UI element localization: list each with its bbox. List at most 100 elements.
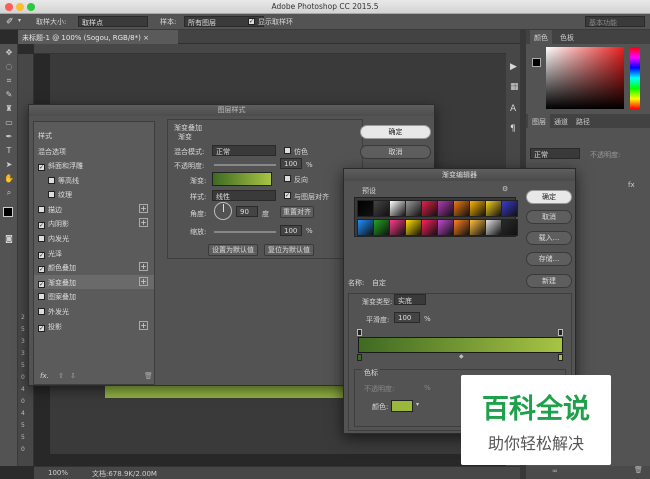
styles-header[interactable]: 样式 — [34, 128, 154, 142]
lasso-tool-icon[interactable]: ◌ — [3, 62, 15, 72]
gradient-preset-swatch[interactable] — [453, 219, 470, 236]
new-button[interactable]: 新建 — [526, 274, 572, 288]
show-ring-checkbox[interactable]: ✓ — [248, 18, 255, 25]
style-item[interactable]: 图案叠加 — [34, 289, 154, 303]
crop-tool-icon[interactable]: ⌗ — [3, 76, 15, 86]
gradient-preset-swatch[interactable] — [437, 200, 454, 217]
layer-style-ok-button[interactable]: 确定 — [360, 125, 431, 139]
hand-tool-icon[interactable]: ✋ — [3, 174, 15, 184]
save-button[interactable]: 存储... — [526, 252, 572, 266]
presets-gear-icon[interactable]: ⚙ — [502, 185, 508, 193]
brush-tool-icon[interactable]: ✎ — [3, 90, 15, 100]
style-item-checkbox[interactable]: ✓ — [38, 266, 45, 274]
gradient-preset-swatch[interactable] — [469, 219, 486, 236]
set-default-button[interactable]: 设置为默认值 — [208, 244, 258, 256]
history-icon[interactable]: ▶ — [510, 62, 517, 72]
style-item[interactable]: 外发光 — [34, 304, 154, 318]
style-item-checkbox[interactable] — [38, 308, 45, 315]
gradient-type-select[interactable]: 实底 — [394, 294, 426, 305]
tab-layers[interactable]: 图层 — [528, 114, 550, 128]
blend-options-item[interactable]: 混合选项 — [34, 144, 154, 158]
style-item[interactable]: ✓ 斜面和浮雕 — [34, 158, 154, 172]
hue-slider[interactable] — [630, 47, 640, 109]
fx-menu-button[interactable]: fx. — [40, 372, 49, 380]
opacity-slider[interactable] — [214, 164, 276, 166]
style-item[interactable]: ✓ 内阴影 + — [34, 216, 154, 230]
layer-style-cancel-button[interactable]: 取消 — [360, 145, 431, 159]
gradient-ok-button[interactable]: 确定 — [526, 190, 572, 204]
gradient-preset-swatch[interactable] — [421, 200, 438, 217]
opacity-stop-right[interactable] — [558, 329, 563, 336]
stamp-tool-icon[interactable]: ♜ — [3, 104, 15, 114]
document-tab[interactable]: 未标题-1 @ 100% (Sogou, RGB/8*) × — [18, 30, 178, 44]
tab-color[interactable]: 颜色 — [530, 30, 552, 44]
workspace-select[interactable]: 基本功能 — [585, 16, 645, 27]
align-checkbox[interactable]: ✓ — [284, 192, 291, 199]
type-tool-icon[interactable]: T — [3, 146, 15, 156]
midpoint-diamond[interactable]: ◆ — [459, 353, 464, 360]
style-item[interactable]: ✓ 投影 + — [34, 319, 154, 333]
name-value[interactable]: 自定 — [372, 278, 386, 288]
path-select-tool-icon[interactable]: ➤ — [3, 160, 15, 170]
gradient-preset-swatch[interactable] — [469, 200, 486, 217]
delete-layer-icon[interactable]: 🗑 — [634, 466, 643, 474]
style-item[interactable]: ✓ 渐变叠加 + — [34, 274, 154, 289]
color-stop-right[interactable] — [558, 354, 563, 361]
style-item-checkbox[interactable]: ✓ — [38, 164, 45, 171]
move-up-icon[interactable]: ⇧ — [58, 372, 64, 380]
reset-align-button[interactable]: 重置对齐 — [280, 206, 314, 218]
gradient-preset-swatch[interactable] — [357, 200, 374, 217]
angle-input[interactable]: 90 — [236, 206, 258, 217]
gradient-preset-swatch[interactable] — [501, 200, 518, 217]
style-item-checkbox[interactable]: ✓ — [38, 324, 45, 332]
add-effect-icon[interactable]: + — [139, 320, 148, 330]
link-layers-icon[interactable]: ∞ — [552, 467, 558, 475]
paragraph-icon[interactable]: ¶ — [510, 124, 516, 134]
zoom-tool-icon[interactable]: ⌕ — [3, 188, 15, 198]
style-item-checkbox[interactable] — [38, 205, 45, 213]
add-effect-icon[interactable]: + — [139, 218, 148, 228]
opacity-input[interactable]: 100 — [280, 158, 302, 169]
style-item-checkbox[interactable]: ✓ — [38, 280, 45, 288]
properties-icon[interactable]: ▦ — [510, 82, 519, 92]
blend-mode-select[interactable]: 正常 — [212, 145, 276, 156]
stop-color-swatch[interactable] — [391, 400, 413, 412]
add-effect-icon[interactable]: + — [139, 203, 148, 213]
load-button[interactable]: 载入... — [526, 231, 572, 245]
style-item-checkbox[interactable] — [48, 191, 55, 199]
smoothness-input[interactable]: 100 — [394, 312, 420, 323]
pen-tool-icon[interactable]: ✒ — [3, 132, 15, 142]
color-stop-left[interactable] — [357, 354, 362, 361]
gradient-preset-swatch[interactable] — [437, 219, 454, 236]
eraser-tool-icon[interactable]: ▭ — [3, 118, 15, 128]
gradient-preset-swatch[interactable] — [485, 200, 502, 217]
scale-input[interactable]: 100 — [280, 225, 302, 236]
gradient-preset-swatch[interactable] — [453, 200, 470, 217]
style-item-checkbox[interactable] — [38, 235, 45, 242]
character-icon[interactable]: A — [510, 104, 516, 114]
chevron-down-icon[interactable]: ▾ — [18, 17, 21, 24]
angle-dial[interactable] — [214, 202, 232, 220]
tab-swatches[interactable]: 色板 — [556, 30, 578, 44]
gradient-preset-swatch[interactable] — [405, 200, 422, 217]
move-tool-icon[interactable]: ✥ — [3, 48, 15, 58]
dither-checkbox[interactable] — [284, 147, 291, 154]
stop-color-menu-icon[interactable]: ▾ — [416, 401, 419, 408]
fx-icon[interactable]: fx — [628, 181, 635, 193]
gradient-preset-swatch[interactable] — [389, 200, 406, 217]
opacity-stop-left[interactable] — [357, 329, 362, 336]
style-item[interactable]: 描边 + — [34, 202, 154, 216]
foreground-color-swatch[interactable] — [3, 207, 13, 217]
style-select[interactable]: 线性 — [212, 190, 276, 201]
style-item[interactable]: 等高线 — [34, 173, 154, 187]
add-effect-icon[interactable]: + — [139, 262, 148, 272]
style-item[interactable]: ✓ 光泽 — [34, 246, 154, 260]
style-item[interactable]: 纹理 — [34, 187, 154, 201]
delete-effect-icon[interactable]: 🗑 — [144, 372, 153, 380]
panel-foreground-swatch[interactable] — [532, 58, 541, 67]
gradient-preset-swatch[interactable] — [421, 219, 438, 236]
gradient-preset-swatch[interactable] — [373, 219, 390, 236]
sample-size-select[interactable]: 取样点 — [78, 16, 148, 27]
color-field[interactable] — [546, 47, 624, 109]
gradient-preset-swatch[interactable] — [405, 219, 422, 236]
